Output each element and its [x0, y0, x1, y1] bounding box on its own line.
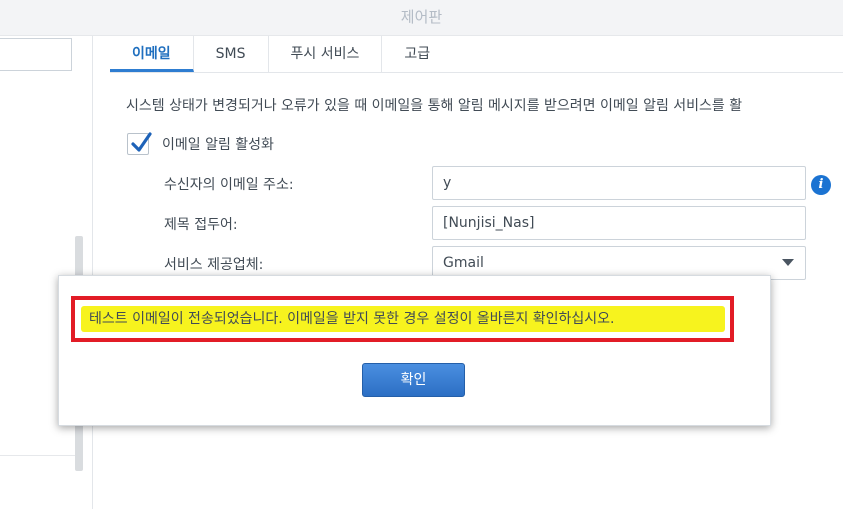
chevron-down-icon[interactable] [782, 259, 794, 266]
tab-sms[interactable]: SMS [194, 36, 269, 72]
window-title: 제어판 [0, 0, 843, 36]
recipient-email-field[interactable]: y [432, 166, 806, 200]
tab-divider [110, 72, 843, 73]
tab-bar: 이메일 SMS 푸시 서비스 고급 [110, 36, 452, 72]
annotation-highlight-box: 테스트 이메일이 전송되었습니다. 이메일을 받지 못한 경우 설정이 올바른지… [71, 296, 734, 342]
checkmark-icon [131, 132, 152, 152]
info-icon[interactable]: i [811, 175, 831, 195]
left-panel-divider [0, 455, 75, 456]
dialog-message: 테스트 이메일이 전송되었습니다. 이메일을 받지 못한 경우 설정이 올바른지… [89, 311, 615, 327]
enable-email-checkbox[interactable] [127, 132, 152, 155]
service-provider-label: 서비스 제공업체: [164, 257, 264, 273]
search-input[interactable] [0, 38, 72, 71]
tab-advanced[interactable]: 고급 [382, 36, 452, 72]
subject-prefix-field[interactable]: [Nunjisi_Nas] [432, 206, 806, 240]
ok-button[interactable]: 확인 [362, 363, 465, 397]
tab-email[interactable]: 이메일 [110, 36, 194, 72]
tab-push-service[interactable]: 푸시 서비스 [269, 36, 383, 72]
subject-prefix-label: 제목 접두어: [164, 217, 238, 233]
message-dialog: 테스트 이메일이 전송되었습니다. 이메일을 받지 못한 경우 설정이 올바른지… [58, 275, 771, 426]
email-description: 시스템 상태가 변경되거나 오류가 있을 때 이메일을 통해 알림 메시지를 받… [126, 98, 743, 114]
enable-email-label: 이메일 알림 활성화 [162, 137, 274, 153]
recipient-email-label: 수신자의 이메일 주소: [164, 177, 294, 193]
